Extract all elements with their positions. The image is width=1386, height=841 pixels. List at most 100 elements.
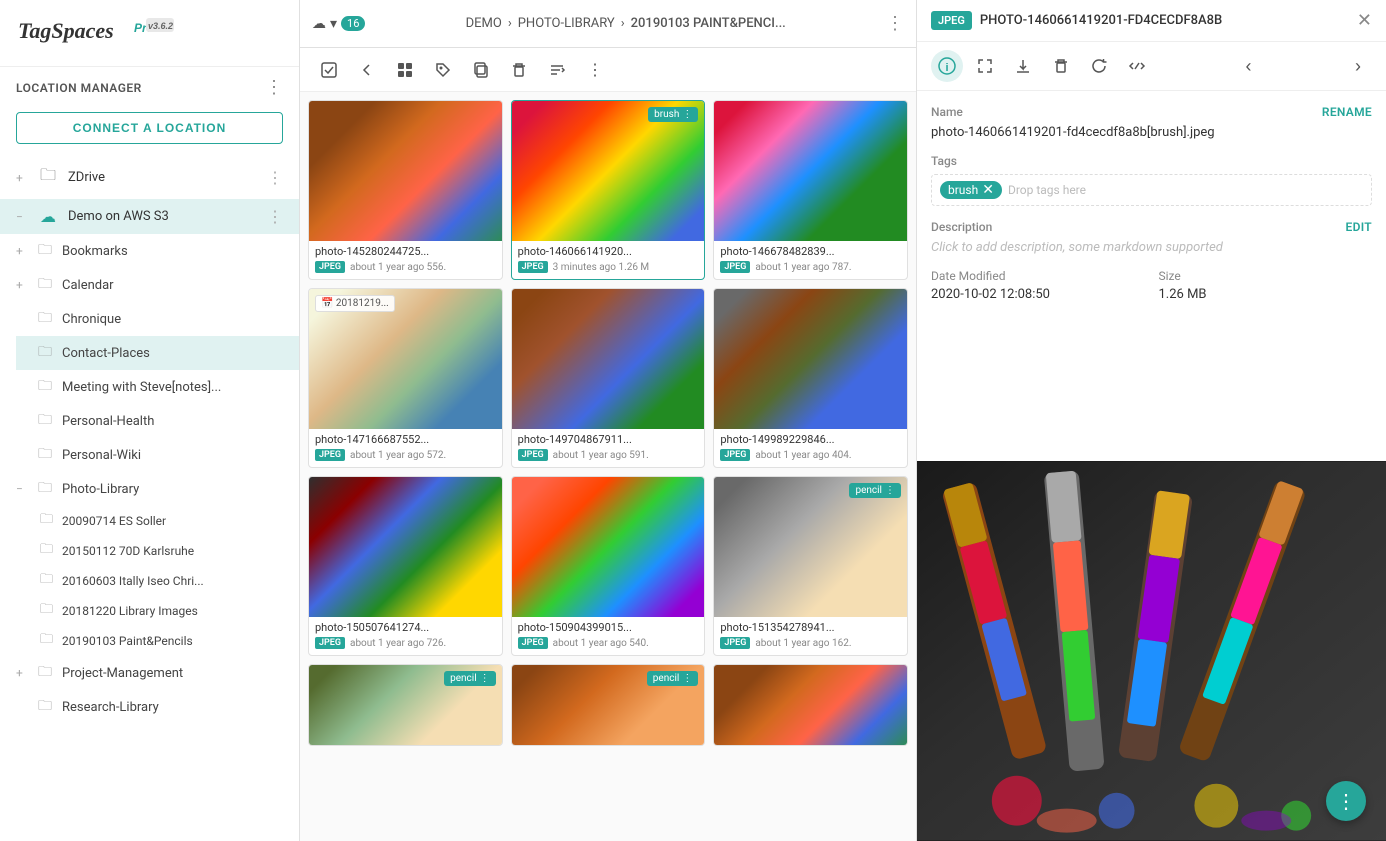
grid-view-button[interactable] <box>388 53 422 87</box>
location-menu-demo[interactable]: ⋮ <box>267 207 283 226</box>
grid-tag-badge-9: pencil ⋮ <box>849 483 901 498</box>
main-area: ☁ ▾ 16 DEMO › PHOTO-LIBRARY › 20190103 P… <box>300 0 916 841</box>
subfolder-2009[interactable]: 🗀 20090714 ES Soller <box>40 506 299 536</box>
detail-edit-button[interactable]: EDIT <box>1346 220 1372 234</box>
location-item-demo-aws[interactable]: − ☁ Demo on AWS S3 ⋮ <box>0 199 299 234</box>
folder-photo-library[interactable]: − 🗀 Photo-Library <box>16 472 299 506</box>
detail-info-button[interactable]: i <box>931 50 963 82</box>
grid-thumb-12 <box>714 665 907 745</box>
folder-icon-health: 🗀 <box>38 409 56 433</box>
grid-thumb-11: pencil ⋮ <box>512 665 705 745</box>
subfolder-icon-20190103: 🗀 <box>40 630 56 652</box>
breadcrumb-sep1: › <box>508 16 512 31</box>
detail-meta-cols: Date Modified 2020-10-02 12:08:50 Size 1… <box>931 269 1372 302</box>
tag-button[interactable] <box>426 53 460 87</box>
detail-delete-button[interactable] <box>1045 50 1077 82</box>
sidebar-header: TagSpaces Pro v3.6.2 <box>0 0 299 67</box>
folder-personal-health[interactable]: 🗀 Personal-Health <box>16 404 299 438</box>
detail-size-value: 1.26 MB <box>1159 287 1373 302</box>
grid-item-9[interactable]: pencil ⋮ photo-151354278941... JPEG abou… <box>713 476 908 656</box>
subfolder-icon-2015: 🗀 <box>40 540 56 562</box>
fab-button[interactable]: ⋮ <box>1326 781 1366 821</box>
tag-remove-10[interactable]: ⋮ <box>480 673 490 684</box>
grid-filename-2: photo-146066141920... <box>518 245 699 258</box>
subfolder-2016[interactable]: 🗀 20160603 Itally Iseo Chri... <box>40 566 299 596</box>
grid-item-10[interactable]: pencil ⋮ <box>308 664 503 746</box>
detail-name-row: Name RENAME photo-1460661419201-fd4cecdf… <box>931 105 1372 140</box>
tags-drop-area[interactable]: brush ✕ Drop tags here <box>931 174 1372 206</box>
grid-meta-1: JPEG about 1 year ago 556. <box>315 261 496 273</box>
folder-research[interactable]: 🗀 Research-Library <box>16 690 299 724</box>
grid-item-2[interactable]: brush ⋮ photo-146066141920... JPEG 3 min… <box>511 100 706 280</box>
detail-desc-label-row: Description EDIT <box>931 220 1372 234</box>
tag-remove-9[interactable]: ⋮ <box>885 485 895 496</box>
connect-location-button[interactable]: CONNECT A LOCATION <box>16 112 283 144</box>
folder-meeting[interactable]: 🗀 Meeting with Steve[notes]... <box>16 370 299 404</box>
detail-embed-button[interactable] <box>1121 50 1153 82</box>
cloud-status[interactable]: ☁ ▾ 16 <box>312 16 365 32</box>
tag-remove-11[interactable]: ⋮ <box>682 673 692 684</box>
select-all-button[interactable] <box>312 53 346 87</box>
folder-contact-places[interactable]: 🗀 Contact-Places <box>16 336 299 370</box>
breadcrumb-demo[interactable]: DEMO <box>466 16 502 31</box>
subfolder-2015[interactable]: 🗀 20150112 70D Karlsruhe <box>40 536 299 566</box>
svg-text:v3.6.2: v3.6.2 <box>148 21 173 31</box>
detail-rename-button[interactable]: RENAME <box>1322 105 1372 119</box>
detail-description-row: Description EDIT Click to add descriptio… <box>931 220 1372 255</box>
grid-meta-5: JPEG about 1 year ago 591. <box>518 449 699 461</box>
detail-date-label: Date Modified <box>931 269 1145 283</box>
delete-button[interactable] <box>502 53 536 87</box>
grid-item-11[interactable]: pencil ⋮ <box>511 664 706 746</box>
grid-item-8[interactable]: photo-150904399015... JPEG about 1 year … <box>511 476 706 656</box>
detail-download-button[interactable] <box>1007 50 1039 82</box>
detail-fullscreen-button[interactable] <box>969 50 1001 82</box>
grid-filename-3: photo-146678482839... <box>720 245 901 258</box>
folder-icon-wiki: 🗀 <box>38 443 56 467</box>
grid-thumb-4: 📅 20181219... <box>309 289 502 429</box>
folder-bookmarks[interactable]: + 🗀 Bookmarks <box>16 234 299 268</box>
folder-chronique[interactable]: 🗀 Chronique <box>16 302 299 336</box>
grid-item-5[interactable]: photo-149704867911... JPEG about 1 year … <box>511 288 706 468</box>
sort-button[interactable] <box>540 53 574 87</box>
toolbar: ⋮ <box>300 48 916 92</box>
subfolder-20181220[interactable]: 🗀 20181220 Library Images <box>40 596 299 626</box>
folder-personal-wiki[interactable]: 🗀 Personal-Wiki <box>16 438 299 472</box>
tag-chip-brush-label: brush <box>948 183 978 197</box>
grid-item-4[interactable]: 📅 20181219... photo-147166687552... JPEG… <box>308 288 503 468</box>
location-item-zdrive[interactable]: + 🗀 ZDrive ⋮ <box>0 156 299 199</box>
jpeg-badge-9: JPEG <box>720 637 750 649</box>
detail-close-button[interactable]: ✕ <box>1357 10 1372 31</box>
detail-next-button[interactable]: › <box>1344 52 1372 80</box>
logo-area: TagSpaces Pro v3.6.2 <box>16 12 176 54</box>
grid-item-1[interactable]: photo-145280244725... JPEG about 1 year … <box>308 100 503 280</box>
grid-meta-4: JPEG about 1 year ago 572. <box>315 449 496 461</box>
folder-project-management[interactable]: + 🗀 Project-Management <box>16 656 299 690</box>
folder-calendar[interactable]: + 🗀 Calendar <box>16 268 299 302</box>
grid-info-4: photo-147166687552... JPEG about 1 year … <box>309 429 502 467</box>
folder-name-calendar: Calendar <box>62 278 114 293</box>
detail-prev-button[interactable]: ‹ <box>1235 52 1263 80</box>
grid-item-12[interactable] <box>713 664 908 746</box>
sidebar: TagSpaces Pro v3.6.2 LOCATION MANAGER ⋮ … <box>0 0 300 841</box>
tag-chip-brush-remove[interactable]: ✕ <box>982 183 994 197</box>
topbar-menu-button[interactable]: ⋮ <box>886 13 904 34</box>
grid-item-6[interactable]: photo-149989229846... JPEG about 1 year … <box>713 288 908 468</box>
subfolder-20190103[interactable]: 🗀 20190103 Paint&Pencils <box>40 626 299 656</box>
breadcrumb-current[interactable]: 20190103 PAINT&PENCI... <box>631 16 786 31</box>
grid-item-7[interactable]: photo-150507641274... JPEG about 1 year … <box>308 476 503 656</box>
location-manager-menu-button[interactable]: ⋮ <box>265 77 283 98</box>
location-manager-title: LOCATION MANAGER <box>16 81 142 95</box>
more-button[interactable]: ⋮ <box>578 53 612 87</box>
detail-refresh-button[interactable] <box>1083 50 1115 82</box>
back-button[interactable] <box>350 53 384 87</box>
detail-desc-value[interactable]: Click to add description, some markdown … <box>931 240 1372 255</box>
detail-size-col: Size 1.26 MB <box>1159 269 1373 302</box>
location-menu-zdrive[interactable]: ⋮ <box>267 168 283 187</box>
breadcrumb-photo-library[interactable]: PHOTO-LIBRARY <box>518 16 615 31</box>
grid-item-3[interactable]: photo-146678482839... JPEG about 1 year … <box>713 100 908 280</box>
grid-thumb-2: brush ⋮ <box>512 101 705 241</box>
grid-tag-badge-11: pencil ⋮ <box>647 671 699 686</box>
copy-button[interactable] <box>464 53 498 87</box>
tag-remove-2[interactable]: ⋮ <box>682 109 692 120</box>
folder-icon-research: 🗀 <box>38 695 56 719</box>
